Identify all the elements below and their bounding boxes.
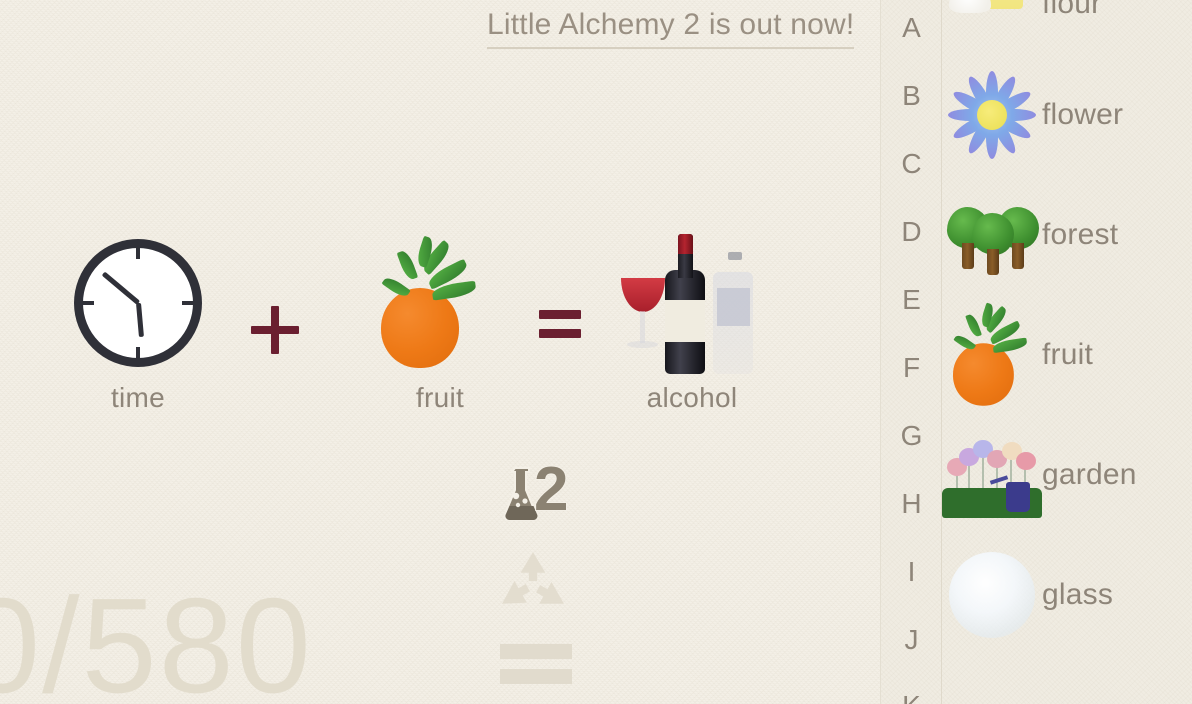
element-list[interactable]: flour flower forest fruit garden glass [942,0,1192,704]
alpha-index-f[interactable]: F [881,354,942,382]
little-alchemy-2-promo-link[interactable]: Little Alchemy 2 is out now! [487,8,855,49]
plus-operator [240,306,310,354]
menu-button[interactable] [500,640,572,686]
flower-icon [942,65,1042,165]
workspace[interactable]: Little Alchemy 2 is out now! 0/580 time [0,0,880,704]
combination-result[interactable]: alcohol [592,228,792,414]
list-item-fruit[interactable]: fruit [942,295,1192,415]
alpha-index-j[interactable]: J [881,626,942,654]
list-item-forest[interactable]: forest [942,175,1192,295]
alpha-index-a[interactable]: A [881,14,942,42]
recycle-icon [502,552,564,604]
fruit-icon [942,302,1042,406]
list-item-label: garden [1042,458,1137,491]
alpha-index-e[interactable]: E [881,286,942,314]
combination-operand-b[interactable]: fruit [340,228,540,414]
list-item-label: fruit [1042,338,1094,371]
combination-result-label: alcohol [646,382,738,413]
list-item-garden[interactable]: garden [942,415,1192,535]
combination-display: time fruit alcohol [0,228,880,443]
garden-icon [942,425,1042,525]
list-item-label: glass [1042,578,1114,611]
alcohol-icon [592,228,792,378]
combination-operand-a-label: time [110,382,166,413]
alpha-index-g[interactable]: G [881,422,942,450]
glass-icon [942,545,1042,645]
list-item-flower[interactable]: flower [942,55,1192,175]
progress-counter: 0/580 [0,570,313,704]
element-sidebar: A B C D E F G H I J K flour [880,0,1192,704]
plus-icon [251,306,299,354]
equals-operator [525,310,595,340]
alpha-index-c[interactable]: C [881,150,942,178]
list-item-label: flour [1042,0,1102,20]
hamburger-menu-icon [500,669,572,684]
forest-icon [942,185,1042,285]
list-item-glass[interactable]: glass [942,535,1192,655]
list-item-label: forest [1042,218,1119,251]
equals-icon [539,310,581,340]
list-item-label: flower [1042,98,1124,131]
logo-number-two: 2 [533,455,570,524]
alpha-index-h[interactable]: H [881,490,942,518]
clock-icon [38,228,238,378]
alphabet-index[interactable]: A B C D E F G H I J K [881,0,942,704]
fruit-icon [340,228,540,378]
toolbar: 2 [500,455,580,704]
alpha-index-k[interactable]: K [881,692,942,704]
combination-operand-a[interactable]: time [38,228,238,414]
alpha-index-d[interactable]: D [881,218,942,246]
hamburger-menu-icon [500,644,572,659]
alpha-index-b[interactable]: B [881,82,942,110]
reset-button[interactable] [500,550,572,622]
combination-operand-b-label: fruit [415,382,465,413]
flour-icon [942,0,1042,54]
little-alchemy-2-logo-button[interactable]: 2 [500,455,572,532]
alpha-index-i[interactable]: I [881,558,942,586]
